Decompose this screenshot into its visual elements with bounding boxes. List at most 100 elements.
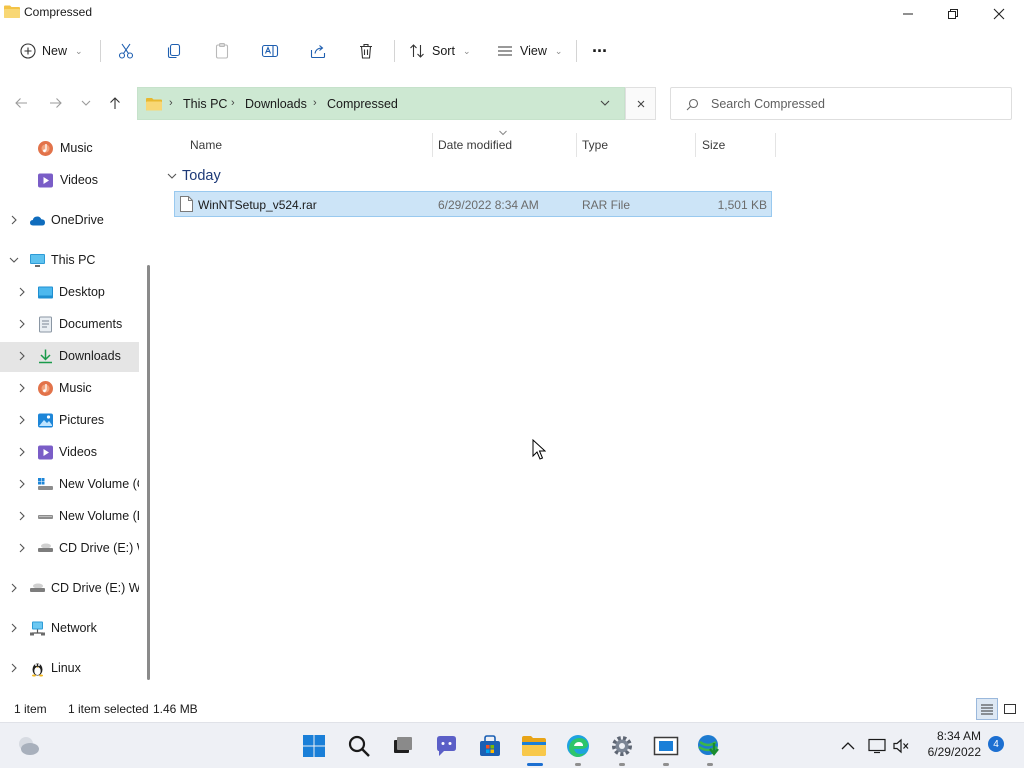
download-manager-button[interactable] [695, 731, 725, 761]
clear-address-button[interactable] [625, 87, 656, 120]
address-bar[interactable]: › This PC › Downloads › Compressed [137, 87, 625, 120]
sidebar-item-music[interactable]: Music [0, 134, 139, 164]
show-hidden-icons-button[interactable] [834, 731, 862, 761]
cut-button[interactable] [117, 36, 135, 66]
chevron-right-icon: › [231, 97, 235, 109]
sort-button[interactable]: Sort ⌄ [408, 36, 470, 66]
restore-icon [948, 9, 958, 19]
column-divider[interactable] [695, 133, 696, 157]
breadcrumb-compressed[interactable]: Compressed [327, 97, 398, 111]
copy-button[interactable] [165, 36, 183, 66]
sidebar-item-cd-drive[interactable]: CD Drive (E:) W [0, 534, 139, 564]
minimize-icon [903, 13, 913, 15]
sidebar-item-label: Videos [59, 445, 97, 459]
toolbar-divider [394, 40, 395, 62]
app-window-icon [653, 736, 679, 756]
paste-button[interactable] [213, 36, 231, 66]
large-icons-view-button[interactable] [999, 698, 1021, 720]
sort-indicator-icon [499, 130, 507, 136]
chevron-down-icon: ⌄ [462, 45, 471, 56]
task-view-button[interactable] [387, 731, 417, 761]
share-button[interactable] [309, 36, 327, 66]
breadcrumb-downloads[interactable]: Downloads [245, 97, 307, 111]
breadcrumb-this-pc[interactable]: This PC [183, 97, 227, 111]
sidebar-item-desktop[interactable]: Desktop [0, 278, 139, 308]
sidebar-item-cd-drive-root[interactable]: CD Drive (E:) Wir [0, 574, 139, 604]
column-header-size[interactable]: Size [702, 138, 725, 160]
up-button[interactable] [103, 90, 127, 116]
toolbar-divider [100, 40, 101, 62]
chat-button[interactable] [431, 731, 461, 761]
file-explorer-button[interactable] [519, 731, 549, 761]
sidebar-item-linux[interactable]: Linux [0, 654, 139, 684]
weather-widget[interactable] [13, 731, 43, 761]
file-row[interactable]: WinNTSetup_v524.rar 6/29/2022 8:34 AM RA… [174, 191, 772, 217]
chevron-right-icon [19, 415, 25, 425]
sidebar-item-downloads[interactable]: Downloads [0, 342, 139, 372]
edge-button[interactable] [563, 731, 593, 761]
taskbar-clock-date[interactable]: 6/29/2022 [916, 745, 981, 759]
documents-icon [39, 316, 52, 333]
sidebar-item-music-pc[interactable]: Music [0, 374, 139, 404]
chevron-right-icon [19, 543, 25, 553]
settings-button[interactable] [607, 731, 637, 761]
chevron-right-icon [19, 351, 25, 361]
sidebar-item-volume-c[interactable]: New Volume (C [0, 470, 139, 500]
sidebar-item-videos[interactable]: Videos [0, 166, 139, 196]
search-icon [686, 98, 699, 111]
sidebar-item-label: Videos [60, 173, 98, 187]
sidebar-scrollbar[interactable] [147, 265, 150, 680]
back-button[interactable] [9, 90, 33, 116]
sidebar-item-label: This PC [51, 253, 96, 267]
column-divider[interactable] [432, 133, 433, 157]
command-bar: New ⌄ Sort ⌄ View ⌄ ··· [0, 30, 1024, 74]
notification-badge[interactable]: 4 [988, 736, 1004, 752]
sidebar-item-videos-pc[interactable]: Videos [0, 438, 139, 468]
view-button[interactable]: View ⌄ [496, 36, 562, 66]
sidebar-item-this-pc[interactable]: This PC [0, 246, 139, 276]
new-button[interactable]: New ⌄ [20, 36, 83, 66]
app-window-button[interactable] [651, 731, 681, 761]
column-divider[interactable] [576, 133, 577, 157]
minimize-button[interactable] [885, 0, 931, 28]
start-button[interactable] [299, 731, 329, 761]
sort-icon [410, 44, 424, 58]
sidebar-item-label: Network [51, 621, 97, 635]
folder-icon [522, 736, 546, 756]
running-app-indicator [707, 763, 713, 766]
chevron-down-icon[interactable] [598, 96, 612, 110]
search-input[interactable] [711, 96, 1001, 112]
chevron-down-icon [167, 173, 177, 179]
column-header-type[interactable]: Type [582, 138, 608, 160]
chevron-right-icon [11, 215, 17, 225]
taskbar-clock-time[interactable]: 8:34 AM [928, 729, 981, 743]
rename-button[interactable] [261, 36, 279, 66]
navigation-pane: Music Videos OneDrive This PC Desktop Do… [0, 130, 156, 698]
group-header-today[interactable]: Today [166, 166, 221, 186]
weather-icon [19, 737, 39, 755]
details-view-button[interactable] [976, 698, 998, 720]
search-box[interactable] [670, 87, 1012, 120]
sidebar-item-volume-d[interactable]: New Volume (D [0, 502, 139, 532]
volume-button[interactable] [887, 731, 915, 761]
sidebar-item-onedrive[interactable]: OneDrive [0, 206, 139, 236]
forward-button[interactable] [44, 90, 68, 116]
see-more-button[interactable]: ··· [592, 36, 608, 66]
restore-button[interactable] [930, 0, 976, 28]
column-divider[interactable] [775, 133, 776, 157]
chevron-right-icon: › [169, 97, 173, 109]
recent-locations-button[interactable] [74, 90, 98, 116]
close-icon [637, 100, 644, 107]
chevron-down-icon [81, 100, 91, 106]
store-button[interactable] [475, 731, 505, 761]
cd-drive-icon [38, 543, 53, 552]
search-taskbar-button[interactable] [344, 731, 374, 761]
delete-button[interactable] [357, 36, 375, 66]
sidebar-item-pictures[interactable]: Pictures [0, 406, 139, 436]
chevron-down-icon: ⌄ [554, 45, 563, 56]
sidebar-item-network[interactable]: Network [0, 614, 139, 644]
column-header-date-modified[interactable]: Date modified [438, 138, 512, 160]
close-button[interactable] [976, 0, 1022, 28]
column-header-name[interactable]: Name [190, 138, 222, 160]
sidebar-item-documents[interactable]: Documents [0, 310, 139, 340]
